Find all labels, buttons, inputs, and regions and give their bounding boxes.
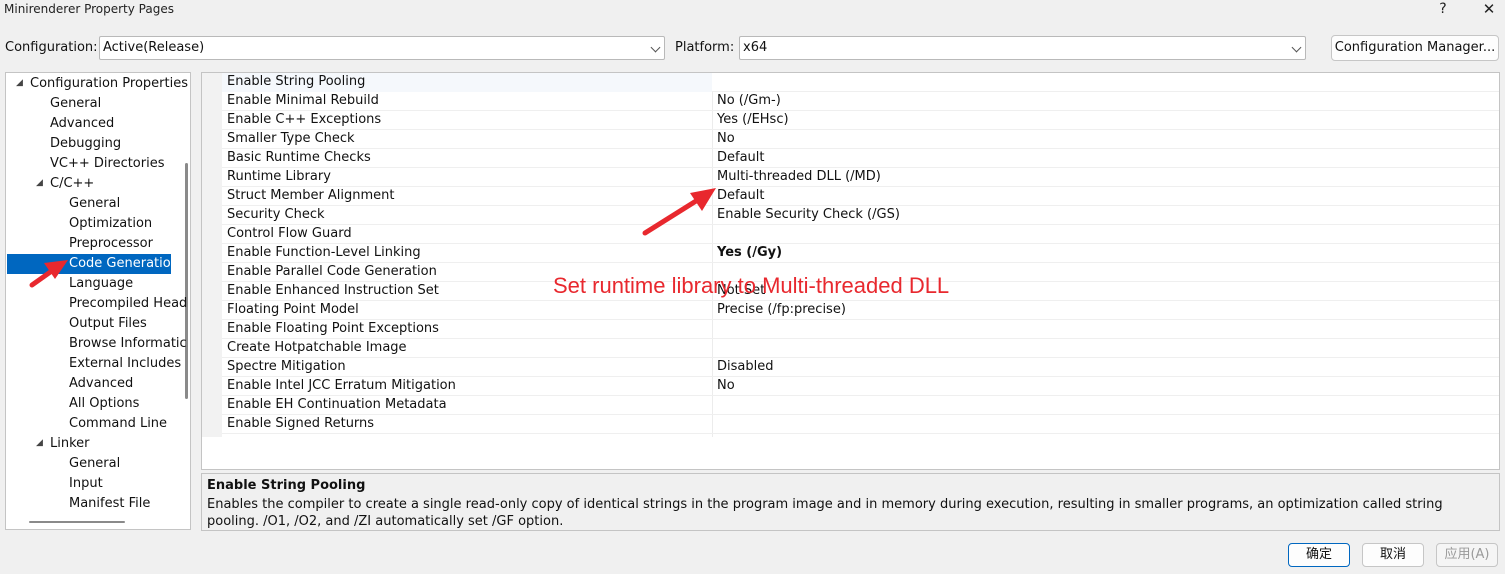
tree-item[interactable]: General xyxy=(69,194,120,214)
property-row[interactable]: Security Check Enable Security Check (/GS… xyxy=(222,206,1499,225)
tree-item[interactable]: Preprocessor xyxy=(69,234,153,254)
property-row[interactable]: Enable String Pooling xyxy=(222,73,1499,92)
property-name: Enable Floating Point Exceptions xyxy=(227,321,439,336)
chevron-down-icon xyxy=(1291,42,1302,53)
property-value[interactable]: Precise (/fp:precise) xyxy=(717,302,846,317)
property-row[interactable]: Enable EH Continuation Metadata xyxy=(222,396,1499,415)
property-name: Enable Function-Level Linking xyxy=(227,245,421,260)
property-name: Security Check xyxy=(227,207,325,222)
property-name: Struct Member Alignment xyxy=(227,188,395,203)
property-tree[interactable]: ◢ Configuration Properties General Advanced… xyxy=(5,72,191,530)
property-name: Enable Signed Returns xyxy=(227,416,375,431)
property-name: Enable EH Continuation Metadata xyxy=(227,397,447,412)
tree-item[interactable]: Precompiled Head xyxy=(69,294,187,314)
close-button[interactable]: ✕ xyxy=(1476,0,1502,20)
property-value[interactable]: Yes (/Gy) xyxy=(717,245,782,260)
cancel-button[interactable]: 取消 xyxy=(1362,543,1424,567)
chevron-down-icon xyxy=(650,42,661,53)
property-value[interactable]: Multi-threaded DLL (/MD) xyxy=(717,169,881,184)
configuration-dropdown[interactable]: Active(Release) xyxy=(99,36,665,60)
property-name: Enable C++ Exceptions xyxy=(227,112,382,127)
description-panel: Enable String Pooling Enables the compil… xyxy=(201,473,1500,531)
configuration-label: Configuration: xyxy=(5,40,98,55)
property-row[interactable]: Enable Minimal Rebuild No (/Gm-) xyxy=(222,92,1499,111)
property-name: Floating Point Model xyxy=(227,302,359,317)
property-row[interactable]: Control Flow Guard xyxy=(222,225,1499,244)
tree-item[interactable]: Advanced xyxy=(69,374,133,394)
property-row[interactable]: Floating Point Model Precise (/fp:precise… xyxy=(222,301,1499,320)
window-title: Minirenderer Property Pages xyxy=(4,2,174,16)
property-name: Enable Minimal Rebuild xyxy=(227,93,379,108)
platform-label: Platform: xyxy=(675,40,735,55)
property-grid: Enable String Pooling Enable Minimal Rebu… xyxy=(201,72,1500,470)
tree-item[interactable]: Configuration Properties xyxy=(30,74,188,94)
property-value[interactable]: Yes (/EHsc) xyxy=(717,112,789,127)
property-row[interactable]: Enable C++ Exceptions Yes (/EHsc) xyxy=(222,111,1499,130)
apply-button[interactable]: 应用(A) xyxy=(1436,543,1498,567)
tree-vertical-scrollbar[interactable] xyxy=(185,163,188,399)
tree-item[interactable]: Optimization xyxy=(69,214,152,234)
description-text: Enables the compiler to create a single … xyxy=(207,497,1443,529)
property-name: Smaller Type Check xyxy=(227,131,355,146)
property-name: Enable String Pooling xyxy=(227,74,366,89)
tree-item[interactable]: Input xyxy=(69,474,103,494)
tree-item[interactable]: Language xyxy=(69,274,133,294)
property-row[interactable]: Enable Floating Point Exceptions xyxy=(222,320,1499,339)
tree-item[interactable]: Manifest File xyxy=(69,494,150,514)
tree-item[interactable]: Advanced xyxy=(50,114,114,134)
property-row[interactable]: Runtime Library Multi-threaded DLL (/MD) xyxy=(222,168,1499,187)
tree-item[interactable]: Linker xyxy=(50,434,90,454)
tree-item[interactable]: Output Files xyxy=(69,314,147,334)
property-name: Basic Runtime Checks xyxy=(227,150,371,165)
property-name: Control Flow Guard xyxy=(227,226,352,241)
expand-arrow-icon[interactable]: ◢ xyxy=(36,178,43,188)
ok-button[interactable]: 确定 xyxy=(1288,543,1350,567)
property-value[interactable]: No xyxy=(717,378,735,393)
tree-item[interactable]: Code Generation xyxy=(7,254,179,274)
tree-item[interactable]: C/C++ xyxy=(50,174,94,194)
tree-item[interactable]: General xyxy=(50,94,101,114)
tree-item[interactable]: All Options xyxy=(69,394,139,414)
tree-item[interactable]: Browse Informatic xyxy=(69,334,187,354)
tree-item[interactable]: External Includes xyxy=(69,354,181,374)
property-row[interactable]: Basic Runtime Checks Default xyxy=(222,149,1499,168)
configuration-manager-button[interactable]: Configuration Manager... xyxy=(1331,35,1499,61)
property-value[interactable]: Disabled xyxy=(717,359,773,374)
property-row[interactable]: Enable Signed Returns xyxy=(222,415,1499,434)
annotation-text: Set runtime library to Multi-threaded DL… xyxy=(553,273,950,298)
tree-item[interactable]: VC++ Directories xyxy=(50,154,165,174)
property-row[interactable]: Spectre Mitigation Disabled xyxy=(222,358,1499,377)
property-name: Enable Enhanced Instruction Set xyxy=(227,283,439,298)
property-value[interactable]: Default xyxy=(717,188,765,203)
tree-item[interactable]: Debugging xyxy=(50,134,121,154)
property-row[interactable]: Smaller Type Check No xyxy=(222,130,1499,149)
property-row[interactable]: Create Hotpatchable Image xyxy=(222,339,1499,358)
platform-dropdown[interactable]: x64 xyxy=(739,36,1306,60)
property-value[interactable]: Default xyxy=(717,150,765,165)
property-value[interactable]: Enable Security Check (/GS) xyxy=(717,207,900,222)
property-name: Spectre Mitigation xyxy=(227,359,346,374)
property-row[interactable]: Enable Function-Level Linking Yes (/Gy) xyxy=(222,244,1499,263)
property-value[interactable]: No (/Gm-) xyxy=(717,93,781,108)
help-button[interactable]: ? xyxy=(1430,0,1456,20)
expand-arrow-icon[interactable]: ◢ xyxy=(36,438,43,448)
tree-item[interactable]: Command Line xyxy=(69,414,167,434)
description-title: Enable String Pooling xyxy=(207,478,366,493)
property-value[interactable]: No xyxy=(717,131,735,146)
title-bar: Minirenderer Property Pages ? ✕ xyxy=(0,0,1505,22)
tree-item[interactable]: General xyxy=(69,454,120,474)
property-name: Enable Parallel Code Generation xyxy=(227,264,437,279)
property-row[interactable]: Enable Intel JCC Erratum Mitigation No xyxy=(222,377,1499,396)
expand-arrow-icon[interactable]: ◢ xyxy=(16,78,23,88)
configuration-value: Active(Release) xyxy=(103,40,205,55)
tree-horizontal-scrollbar[interactable] xyxy=(29,521,125,523)
property-name: Enable Intel JCC Erratum Mitigation xyxy=(227,378,456,393)
property-name: Create Hotpatchable Image xyxy=(227,340,407,355)
grid-gutter xyxy=(202,73,222,437)
property-name: Runtime Library xyxy=(227,169,331,184)
platform-value: x64 xyxy=(743,40,768,55)
property-row[interactable]: Struct Member Alignment Default xyxy=(222,187,1499,206)
